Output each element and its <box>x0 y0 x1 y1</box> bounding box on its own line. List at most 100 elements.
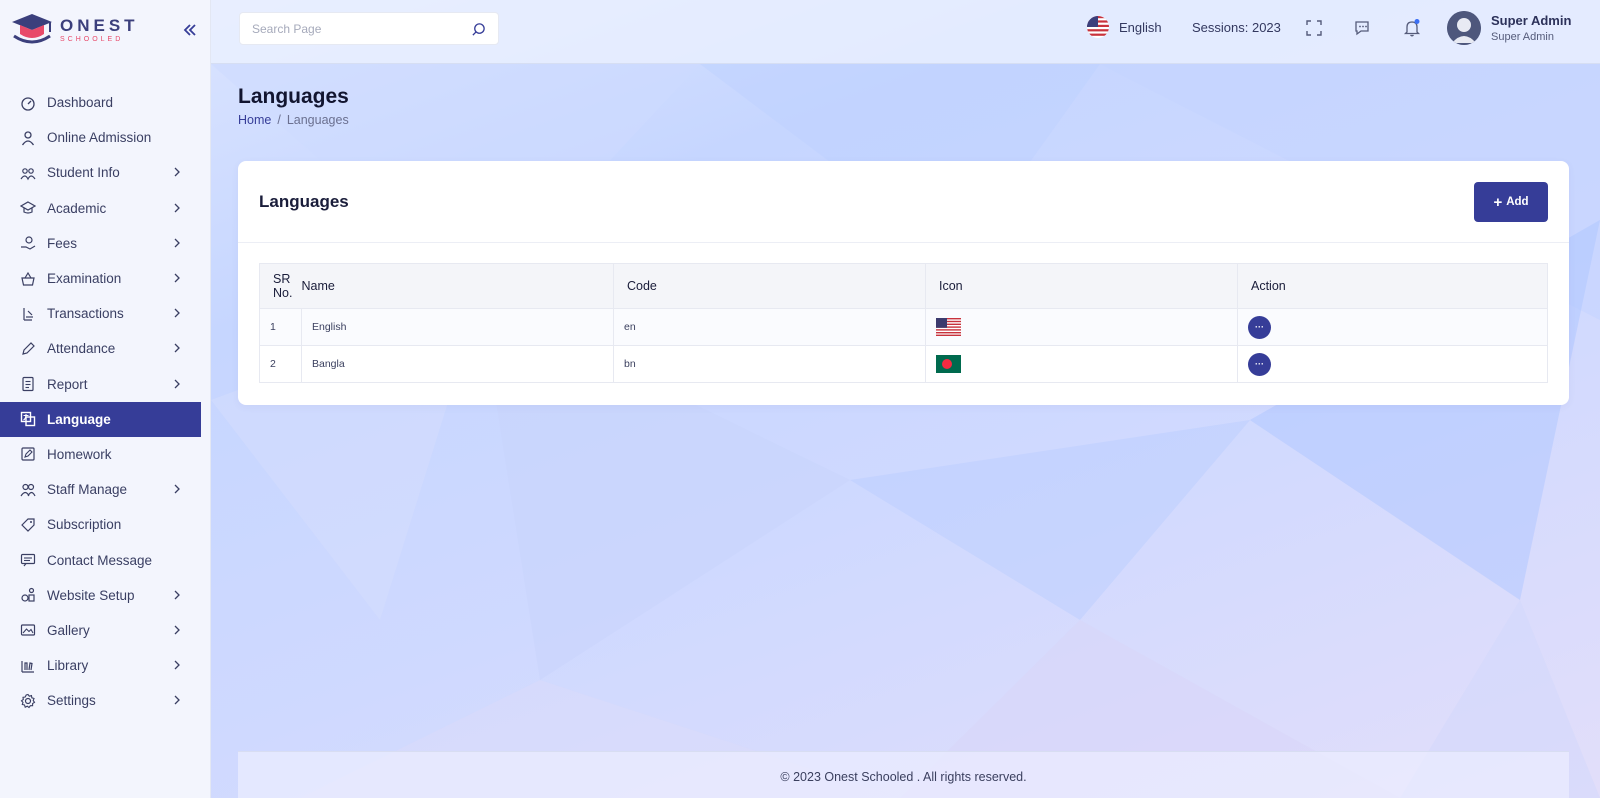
sidebar-item-contact-message[interactable]: Contact Message <box>0 542 201 577</box>
us-flag-icon <box>1087 16 1109 38</box>
sidebar-item-label: Dashboard <box>47 95 114 111</box>
search-icon[interactable] <box>471 22 486 37</box>
chevron-right-icon <box>171 483 183 495</box>
sidebar-item-fees[interactable]: Fees <box>0 226 201 261</box>
breadcrumb: Home / Languages <box>238 113 349 127</box>
column-header-action: Action <box>1237 263 1548 309</box>
sidebar-item-staff-manage[interactable]: Staff Manage <box>0 472 201 507</box>
breadcrumb-home-link[interactable]: Home <box>238 113 271 127</box>
chevron-right-icon <box>171 694 183 706</box>
cell-code: bn <box>613 345 926 383</box>
cell-icon <box>925 308 1238 346</box>
website-icon <box>20 587 36 603</box>
column-header-code: Code <box>613 263 926 309</box>
sidebar-item-examination[interactable]: Examination <box>0 261 201 296</box>
cell-action: ··· <box>1237 345 1548 383</box>
chevron-right-icon <box>171 166 183 178</box>
chevron-right-icon <box>171 624 183 636</box>
language-label: English <box>1119 19 1162 35</box>
sidebar-item-gallery[interactable]: Gallery <box>0 613 201 648</box>
session-label[interactable]: Sessions: 2023 <box>1192 20 1281 35</box>
sidebar-item-label: Language <box>47 411 111 427</box>
sidebar-nav: Dashboard Online Admission Student Info Aca… <box>0 85 201 718</box>
column-header-sr: SR No. <box>259 263 302 309</box>
exam-basket-icon <box>20 271 36 287</box>
breadcrumb-separator: / <box>277 113 281 127</box>
sidebar-item-language[interactable]: Language <box>0 401 201 437</box>
sidebar-item-label: Transactions <box>47 306 124 322</box>
sidebar-item-online-admission[interactable]: Online Admission <box>0 120 201 155</box>
us-flag-icon <box>936 318 961 336</box>
chat-icon[interactable] <box>1353 18 1373 38</box>
sidebar-item-website-setup[interactable]: Website Setup <box>0 578 201 613</box>
languages-card: Languages + Add SR No. Name Code Icon Ac… <box>238 161 1569 405</box>
bell-icon[interactable] <box>1402 18 1422 38</box>
search-box <box>239 12 499 45</box>
hand-money-icon <box>20 235 36 251</box>
sidebar-item-academic[interactable]: Academic <box>0 191 201 226</box>
user-name: Super Admin <box>1491 13 1572 28</box>
add-button[interactable]: + Add <box>1474 182 1548 222</box>
language-icon <box>20 411 36 427</box>
sidebar-item-settings[interactable]: Settings <box>0 683 201 718</box>
search-input[interactable] <box>240 13 460 44</box>
top-header: English Sessions: 2023 Super Admin Super… <box>211 0 1600 64</box>
row-action-button[interactable]: ··· <box>1248 352 1271 376</box>
chevron-right-icon <box>171 589 183 601</box>
gallery-icon <box>20 622 36 638</box>
add-button-label: Add <box>1506 196 1529 208</box>
sidebar: ONEST SCHOOLED Dashboard Online Admission… <box>0 0 211 798</box>
sidebar-item-library[interactable]: Library <box>0 648 201 683</box>
logo-name: ONEST <box>60 16 139 35</box>
language-selector[interactable]: English <box>1087 16 1162 38</box>
row-action-button[interactable]: ··· <box>1248 315 1271 339</box>
fullscreen-icon[interactable] <box>1304 18 1324 38</box>
column-header-icon: Icon <box>925 263 1238 309</box>
sidebar-item-label: Academic <box>47 200 107 216</box>
table-header-row: SR No. Name Code Icon Action <box>259 263 1548 309</box>
sidebar-item-label: Attendance <box>47 341 116 357</box>
sidebar-item-transactions[interactable]: Transactions <box>0 296 201 331</box>
students-icon <box>20 165 36 181</box>
cell-code: en <box>613 308 926 346</box>
sidebar-item-dashboard[interactable]: Dashboard <box>0 85 201 120</box>
sidebar-item-label: Online Admission <box>47 130 152 146</box>
dashboard-icon <box>20 95 36 111</box>
sidebar-item-homework[interactable]: Homework <box>0 437 201 472</box>
sidebar-item-subscription[interactable]: Subscription <box>0 507 201 542</box>
page-title: Languages <box>238 85 349 108</box>
sidebar-item-label: Staff Manage <box>47 482 128 498</box>
sidebar-item-label: Settings <box>47 693 96 709</box>
cell-name: Bangla <box>301 345 614 383</box>
user-menu[interactable]: Super Admin Super Admin <box>1447 11 1571 45</box>
sidebar-item-label: Contact Message <box>47 552 153 568</box>
card-divider <box>238 242 1569 243</box>
transaction-icon <box>20 306 36 322</box>
user-role: Super Admin <box>1491 31 1554 43</box>
logo-icon <box>12 14 52 44</box>
tag-icon <box>20 517 36 533</box>
logo-subtitle: SCHOOLED <box>60 36 124 43</box>
cell-sr: 2 <box>259 345 302 383</box>
cell-icon <box>925 345 1238 383</box>
chevron-right-icon <box>171 342 183 354</box>
collapse-sidebar-icon[interactable] <box>182 22 198 38</box>
sidebar-item-label: Website Setup <box>47 587 135 603</box>
chevron-right-icon <box>171 237 183 249</box>
bd-flag-icon <box>936 355 961 373</box>
edit-box-icon <box>20 446 36 462</box>
pen-icon <box>20 341 36 357</box>
sidebar-item-student-info[interactable]: Student Info <box>0 155 201 190</box>
sidebar-item-attendance[interactable]: Attendance <box>0 331 201 366</box>
sidebar-item-label: Report <box>47 376 88 392</box>
column-header-name: Name <box>301 263 614 309</box>
sidebar-item-label: Homework <box>47 446 112 462</box>
cell-sr: 1 <box>259 308 302 346</box>
sidebar-item-report[interactable]: Report <box>0 367 201 402</box>
languages-table: SR No. Name Code Icon Action 1 English e… <box>259 263 1548 383</box>
user-icon <box>20 130 36 146</box>
document-icon <box>20 376 36 392</box>
table-row: 1 English en ··· <box>259 308 1548 346</box>
logo[interactable]: ONEST SCHOOLED <box>10 12 139 48</box>
cell-name: English <box>301 308 614 346</box>
